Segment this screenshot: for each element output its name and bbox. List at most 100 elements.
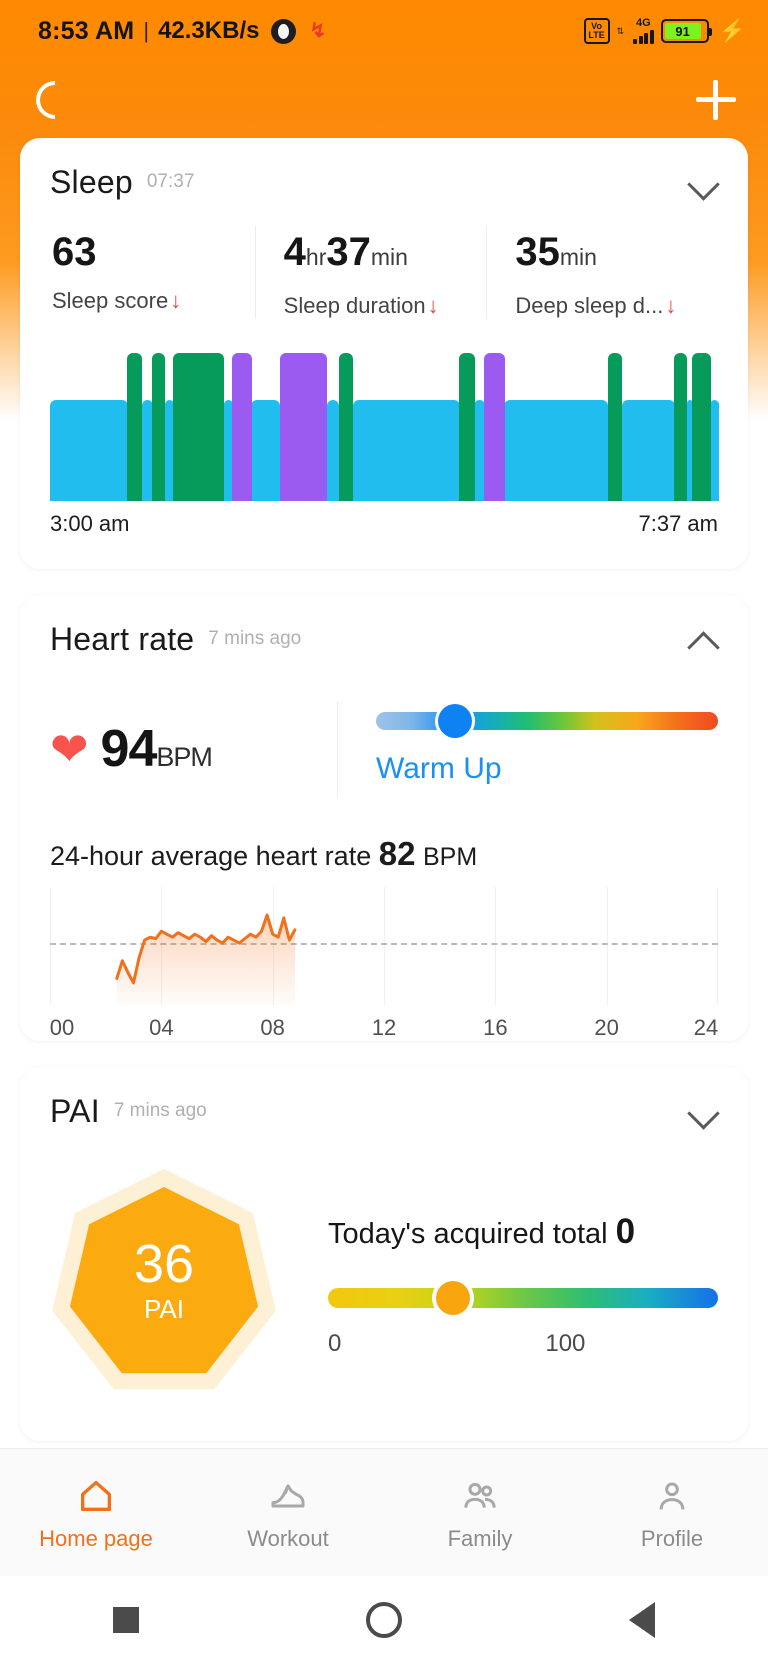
pai-total-value: 0 xyxy=(615,1212,636,1251)
volte-icon: Vo LTE xyxy=(583,18,610,44)
pai-progress-slider[interactable] xyxy=(328,1281,718,1315)
nav-item-workout[interactable]: Workout xyxy=(192,1474,384,1552)
status-bar: 8:53 AM | 42.3KB/s ↯ Vo LTE ⇅ 4G 91 ⚡ xyxy=(0,0,768,62)
deep-sleep-label: Deep sleep d... ↓ xyxy=(515,293,677,318)
hypnogram-segment-light xyxy=(474,400,485,501)
sleep-start-time: 3:00 am xyxy=(50,511,130,536)
hypnogram-segment-rem xyxy=(484,353,505,501)
battery-icon: 91 xyxy=(660,19,712,43)
battery-level-label: 91 xyxy=(664,23,701,39)
app-header xyxy=(0,62,768,138)
eye-care-icon xyxy=(271,18,297,44)
hypnogram-segment-light xyxy=(141,400,153,501)
pai-title: PAI xyxy=(50,1092,100,1129)
nav-item-profile[interactable]: Profile xyxy=(576,1474,768,1552)
nav-label-profile: Profile xyxy=(640,1525,704,1551)
status-bar-right: Vo LTE ⇅ 4G 91 ⚡ xyxy=(583,18,746,44)
hypnogram-segment-light xyxy=(709,400,719,501)
x-axis-tick-label: 08 xyxy=(260,1015,285,1040)
pai-total-label: Today's acquired total xyxy=(328,1218,608,1250)
pai-total-row: Today's acquired total 0 xyxy=(328,1212,718,1252)
trend-down-icon: ↓ xyxy=(170,288,182,313)
sleep-duration-value: 4hr37min xyxy=(283,230,408,274)
sleep-hypnogram-wrap: 3:00 am 7:37 am xyxy=(50,337,719,569)
person-icon xyxy=(650,1474,694,1518)
system-navigation-bar xyxy=(0,1576,768,1664)
x-axis-tick-label: 16 xyxy=(483,1015,508,1040)
sleep-card-header[interactable]: Sleep 07:37 xyxy=(50,138,718,226)
hypnogram-segment-light xyxy=(50,400,129,501)
hypnogram-segment-light xyxy=(326,400,340,501)
square-icon[interactable] xyxy=(113,1607,140,1633)
sleep-stats: 63 Sleep score ↓ 4hr37min Sleep duration… xyxy=(50,226,718,337)
sleep-duration-minutes: 37 xyxy=(326,230,371,274)
heart-rate-24h-chart[interactable] xyxy=(50,887,718,1005)
hypnogram-segment-light xyxy=(352,400,461,501)
nav-label-home: Home page xyxy=(39,1525,153,1551)
sleep-end-time: 7:37 am xyxy=(638,511,719,536)
chevron-up-icon[interactable] xyxy=(688,624,718,654)
deep-sleep-stat: 35min Deep sleep d... ↓ xyxy=(486,226,718,319)
zone-label: Warm Up xyxy=(376,752,502,785)
pai-scale-min: 0 xyxy=(328,1330,342,1357)
pai-card-header[interactable]: PAI 7 mins ago xyxy=(50,1067,718,1155)
family-icon xyxy=(458,1474,502,1518)
volte-bottom-label: LTE xyxy=(588,30,605,40)
trend-down-icon: ↓ xyxy=(427,293,439,318)
hypnogram-segment-deep xyxy=(172,353,225,501)
avg-heart-rate-title: 24-hour average heart rate 82 BPM xyxy=(50,807,718,887)
pai-scale-max: 100 xyxy=(545,1330,586,1357)
pai-heptagon: 36 PAI xyxy=(50,1169,278,1401)
shoe-icon xyxy=(266,1474,310,1518)
hypnogram-segment-deep xyxy=(691,353,711,501)
status-time: 8:53 AM xyxy=(38,16,135,45)
sleep-hypnogram-chart[interactable] xyxy=(50,353,719,501)
triangle-icon[interactable] xyxy=(628,1602,655,1638)
sleep-title: Sleep xyxy=(50,163,133,200)
x-axis-tick-label: 12 xyxy=(371,1015,397,1040)
nav-item-family[interactable]: Family xyxy=(384,1474,576,1552)
hypnogram-segment-rem xyxy=(279,353,328,501)
nav-item-home[interactable]: Home page xyxy=(0,1474,192,1552)
heart-rate-card[interactable]: Heart rate 7 mins ago ❤ 94BPM Warm Up 24… xyxy=(20,595,748,1041)
heart-rate-zone: Warm Up xyxy=(338,704,718,786)
hypnogram-segment-deep xyxy=(607,353,623,501)
home-icon xyxy=(74,1474,118,1518)
x-axis-tick-label: 24 xyxy=(693,1015,719,1040)
refresh-spinner-icon[interactable] xyxy=(28,73,82,127)
pai-score: 36 xyxy=(133,1233,195,1294)
sleep-duration-hours: 4 xyxy=(283,230,306,274)
add-button[interactable] xyxy=(696,80,736,120)
heart-rate-value: 94BPM xyxy=(100,720,213,778)
hypnogram-segment-deep xyxy=(127,353,143,501)
charging-bolt-icon: ⚡ xyxy=(718,18,746,43)
status-bar-left: 8:53 AM | 42.3KB/s ↯ xyxy=(38,17,326,46)
data-arrows-icon: ⇅ xyxy=(616,26,625,36)
heart-rate-card-header[interactable]: Heart rate 7 mins ago xyxy=(50,595,718,683)
avg-heart-rate-unit: BPM xyxy=(422,843,478,871)
sleep-time-axis: 3:00 am 7:37 am xyxy=(50,501,718,561)
main-content: Sleep 07:37 63 Sleep score ↓ 4hr37min Sl… xyxy=(0,138,768,1441)
sleep-score-label: Sleep score ↓ xyxy=(52,288,182,313)
heart-rate-current: ❤ 94BPM xyxy=(50,701,338,797)
chevron-down-icon[interactable] xyxy=(688,167,718,197)
sleep-duration-stat: 4hr37min Sleep duration ↓ xyxy=(254,226,487,319)
pai-card[interactable]: PAI 7 mins ago 36 PAI Today's acquired t… xyxy=(20,1067,748,1441)
zone-indicator-dot[interactable] xyxy=(437,704,472,738)
pai-details: Today's acquired total 0 0 100 xyxy=(278,1212,718,1358)
pai-score-unit: PAI xyxy=(144,1293,184,1324)
heart-rate-zone-slider[interactable] xyxy=(376,704,718,738)
hypnogram-segment-light xyxy=(504,400,609,501)
network-type-label: 4G xyxy=(636,17,651,29)
sleep-card[interactable]: Sleep 07:37 63 Sleep score ↓ 4hr37min Sl… xyxy=(20,138,748,569)
circle-icon[interactable] xyxy=(365,1602,402,1638)
hypnogram-segment-rem xyxy=(232,353,252,501)
sleep-score-value: 63 xyxy=(52,226,255,278)
heart-rate-timestamp: 7 mins ago xyxy=(208,628,302,649)
deep-sleep-number: 35 xyxy=(515,230,560,274)
hypnogram-segment-deep xyxy=(338,353,354,501)
pai-indicator-dot[interactable] xyxy=(435,1281,470,1315)
signal-icon: 4G xyxy=(633,18,654,44)
chevron-down-icon[interactable] xyxy=(688,1096,718,1126)
bottom-navigation: Home page Workout Family Profile xyxy=(0,1448,768,1576)
